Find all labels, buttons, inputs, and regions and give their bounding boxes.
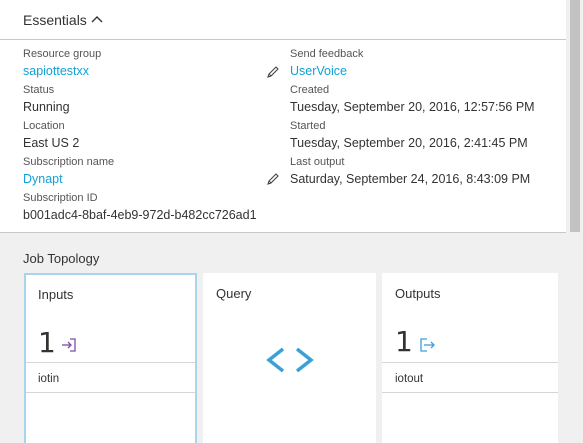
inputs-count: 1 xyxy=(38,326,56,359)
essentials-header[interactable]: Essentials xyxy=(0,0,566,40)
inputs-separator xyxy=(26,362,195,363)
last-output-value: Saturday, September 24, 2016, 8:43:09 PM xyxy=(290,172,531,186)
started-label: Started xyxy=(290,120,326,132)
outputs-title: Outputs xyxy=(395,286,441,301)
query-tile[interactable]: Query xyxy=(203,273,376,443)
output-icon xyxy=(420,338,435,352)
code-brackets-icon[interactable] xyxy=(263,340,317,380)
subscription-name-label: Subscription name xyxy=(23,156,115,168)
subscription-id-value: b001adc4-8baf-4eb9-972d-b482cc726ad1 xyxy=(23,208,257,222)
resource-group-link[interactable]: sapiottestxx xyxy=(23,64,89,78)
inputs-title: Inputs xyxy=(38,287,74,302)
outputs-tile[interactable]: Outputs 1 iotout xyxy=(382,273,558,443)
subscription-name-link[interactable]: Dynapt xyxy=(23,172,63,186)
send-feedback-label: Send feedback xyxy=(290,48,364,60)
inputs-separator-2 xyxy=(26,392,195,393)
job-topology-title: Job Topology xyxy=(23,251,100,266)
essentials-panel: Resource group sapiottestxx Status Runni… xyxy=(0,40,566,232)
status-value: Running xyxy=(23,100,70,114)
location-value: East US 2 xyxy=(23,136,80,150)
essentials-title: Essentials xyxy=(23,12,87,28)
subscription-id-label: Subscription ID xyxy=(23,192,98,204)
status-label: Status xyxy=(23,84,55,96)
created-value: Tuesday, September 20, 2016, 12:57:56 PM xyxy=(290,100,535,114)
vertical-scrollbar[interactable] xyxy=(566,0,583,443)
job-topology-section: Job Topology Inputs 1 iotin Query Output… xyxy=(0,233,566,443)
output-item-iotout[interactable]: iotout xyxy=(395,373,423,385)
location-label: Location xyxy=(23,120,65,132)
edit-resource-group-pencil-icon[interactable] xyxy=(266,65,280,79)
resource-group-label: Resource group xyxy=(23,48,102,60)
edit-subscription-pencil-icon[interactable] xyxy=(266,172,280,186)
inputs-tile[interactable]: Inputs 1 iotin xyxy=(24,273,197,443)
input-item-iotin[interactable]: iotin xyxy=(38,373,59,385)
uservoice-link[interactable]: UserVoice xyxy=(290,64,347,78)
started-value: Tuesday, September 20, 2016, 2:41:45 PM xyxy=(290,136,528,150)
outputs-separator-2 xyxy=(382,392,558,393)
last-output-label: Last output xyxy=(290,156,345,168)
input-icon xyxy=(62,338,76,352)
outputs-count: 1 xyxy=(395,325,413,358)
outputs-separator xyxy=(382,362,558,363)
chevron-up-icon[interactable] xyxy=(90,12,104,26)
created-label: Created xyxy=(290,84,330,96)
query-title: Query xyxy=(216,286,252,301)
scrollbar-thumb[interactable] xyxy=(570,0,580,232)
